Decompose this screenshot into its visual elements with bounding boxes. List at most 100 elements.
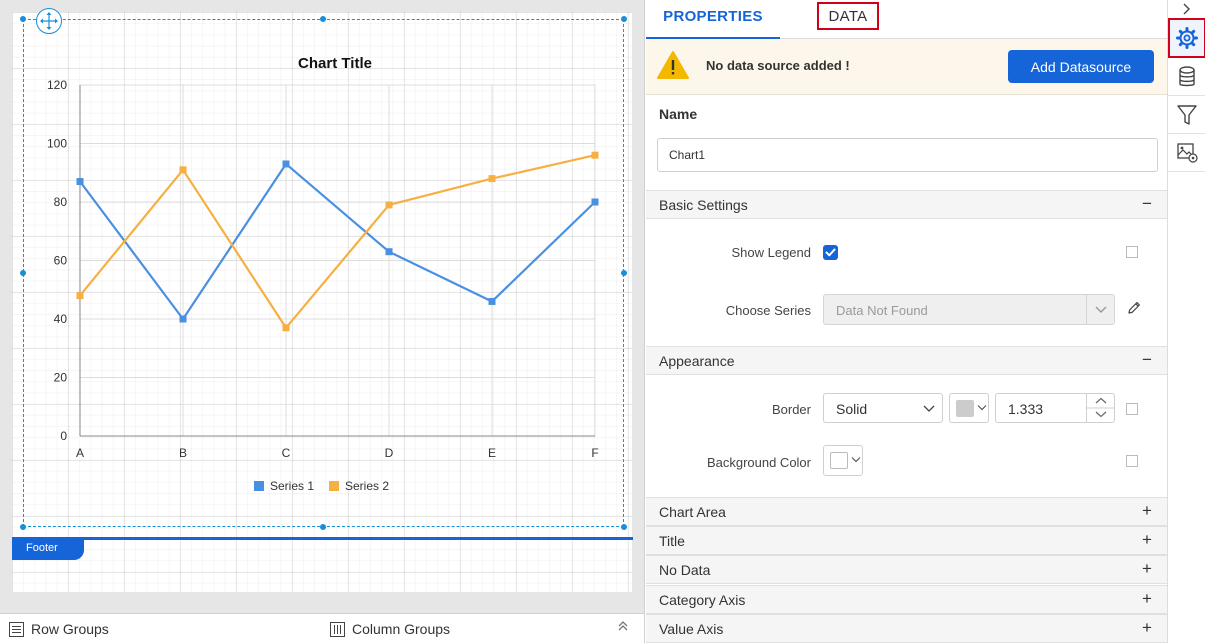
chevron-down-icon (977, 405, 987, 411)
section-value-axis[interactable]: Value Axis + (646, 614, 1167, 643)
name-label: Name (659, 106, 698, 122)
border-expression-checkbox[interactable] (1126, 403, 1138, 415)
show-legend-expression-checkbox[interactable] (1126, 246, 1138, 258)
show-legend-checkbox[interactable] (823, 245, 838, 260)
border-style-dropdown[interactable]: Solid (823, 393, 943, 423)
tab-properties[interactable]: PROPERTIES (646, 0, 780, 39)
tab-data[interactable]: DATA (817, 2, 879, 30)
y-tick-label: 60 (54, 254, 68, 268)
x-tick-label: A (76, 446, 84, 460)
double-chevron-up-icon[interactable] (617, 619, 629, 636)
collapse-icon[interactable]: − (1142, 350, 1152, 370)
series-1-point (488, 297, 496, 305)
pencil-icon[interactable] (1126, 300, 1142, 316)
panel-tabs: PROPERTIES DATA (646, 0, 1167, 39)
chevron-down-icon[interactable] (1086, 295, 1114, 324)
y-tick-label: 100 (47, 137, 67, 151)
line-chart[interactable]: Chart Title 0 20 40 60 80 100 120 A B C D E F Series 1… (0, 0, 645, 613)
series-2-line (79, 154, 596, 329)
legend-label-series-1: Series 1 (270, 479, 314, 493)
series-1-line (79, 162, 596, 321)
series-2-point (488, 175, 496, 183)
background-color-picker[interactable] (823, 445, 863, 476)
section-title-settings[interactable]: Title + (646, 526, 1167, 555)
series-1-point (76, 178, 84, 186)
column-groups-label: Column Groups (352, 621, 451, 637)
y-tick-label: 20 (54, 371, 68, 385)
series-1-point (282, 160, 290, 168)
checkmark-icon (825, 248, 836, 257)
border-color-swatch (956, 400, 974, 417)
x-tick-label: F (591, 446, 598, 460)
design-canvas[interactable]: Chart Title 0 20 40 60 80 100 120 A B C D E F Series 1… (0, 0, 645, 613)
section-title: Value Axis (659, 621, 724, 637)
list-icon (9, 621, 24, 637)
series-1-point (385, 248, 393, 256)
border-width-value: 1.333 (1008, 401, 1044, 417)
expand-icon[interactable]: + (1142, 559, 1152, 579)
row-groups-button[interactable]: Row Groups (9, 621, 109, 637)
border-style-value: Solid (836, 401, 868, 417)
y-tick-label: 80 (54, 195, 68, 209)
section-appearance[interactable]: Appearance − (646, 346, 1167, 375)
legend-swatch-series-2 (329, 481, 339, 491)
expand-icon[interactable]: + (1142, 530, 1152, 550)
chevron-down-icon (923, 405, 935, 412)
y-tick-label: 120 (47, 78, 67, 92)
background-color-label: Background Color (706, 455, 811, 470)
choose-series-value: Data Not Found (836, 303, 928, 318)
y-tick-label: 0 (60, 429, 67, 443)
border-label: Border (771, 402, 811, 417)
expand-icon[interactable]: + (1142, 618, 1152, 638)
chart-title: Chart Title (298, 55, 372, 72)
section-title: Title (659, 533, 685, 549)
chevron-down-icon (851, 457, 861, 463)
gear-icon[interactable] (1168, 18, 1205, 58)
row-groups-label: Row Groups (31, 621, 109, 637)
section-title: Chart Area (659, 504, 726, 520)
expand-icon[interactable]: + (1142, 501, 1152, 521)
chevron-right-icon[interactable] (1168, 0, 1205, 18)
x-tick-label: D (385, 446, 394, 460)
x-tick-label: C (282, 446, 291, 460)
x-tick-label: B (179, 446, 187, 460)
y-tick-label: 40 (54, 312, 68, 326)
collapse-icon[interactable]: − (1142, 194, 1152, 214)
show-legend-label: Show Legend (731, 245, 811, 260)
image-settings-icon[interactable] (1168, 134, 1205, 172)
properties-panel: PROPERTIES DATA No data source added ! A… (646, 0, 1167, 643)
database-icon[interactable] (1168, 58, 1205, 96)
footer-label[interactable]: Footer (12, 538, 84, 560)
series-2-point (591, 151, 599, 159)
add-datasource-button[interactable]: Add Datasource (1008, 50, 1154, 83)
x-tick-label: E (488, 446, 496, 460)
footer-divider (12, 537, 633, 540)
series-2-point (76, 292, 84, 300)
series-2-point (282, 324, 290, 332)
groups-bar: Row Groups Column Groups (0, 613, 645, 643)
background-expression-checkbox[interactable] (1126, 455, 1138, 467)
border-color-picker[interactable] (949, 393, 989, 423)
border-width-spinner[interactable] (1086, 394, 1115, 422)
no-datasource-message: No data source added ! (706, 58, 850, 73)
filter-icon[interactable] (1168, 96, 1205, 134)
column-groups-button[interactable]: Column Groups (330, 621, 450, 637)
background-color-swatch (830, 452, 848, 469)
section-title: Appearance (659, 353, 735, 369)
section-basic-settings[interactable]: Basic Settings − (646, 190, 1167, 219)
name-input[interactable] (657, 138, 1158, 172)
section-category-axis[interactable]: Category Axis + (646, 585, 1167, 614)
series-1-point (179, 315, 187, 323)
series-1-point (591, 198, 599, 206)
choose-series-label: Choose Series (725, 303, 811, 318)
choose-series-dropdown[interactable]: Data Not Found (823, 294, 1115, 325)
columns-icon (330, 621, 345, 637)
legend-label-series-2: Series 2 (345, 479, 389, 493)
expand-icon[interactable]: + (1142, 589, 1152, 609)
section-chart-area[interactable]: Chart Area + (646, 497, 1167, 526)
legend-swatch-series-1 (254, 481, 264, 491)
border-width-input[interactable]: 1.333 (995, 393, 1115, 423)
warning-icon (657, 51, 689, 79)
section-no-data[interactable]: No Data + (646, 555, 1167, 584)
side-icon-rail (1167, 0, 1205, 643)
